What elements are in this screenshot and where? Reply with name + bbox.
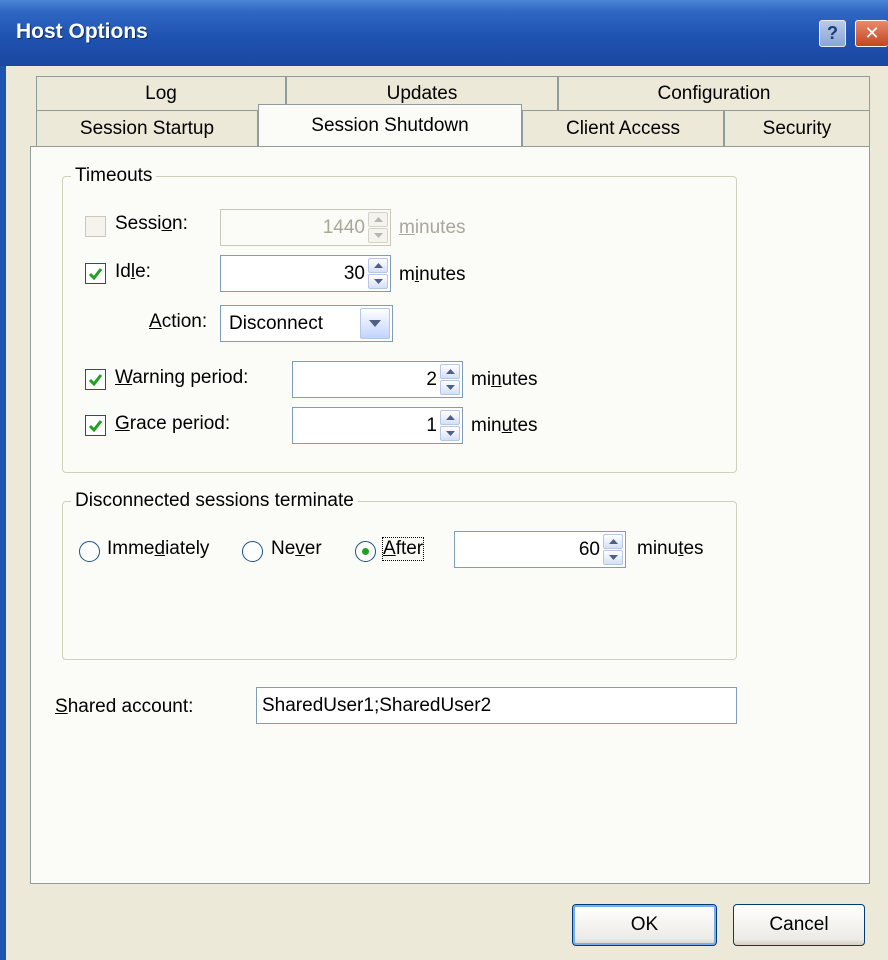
ok-button-label: OK (630, 914, 659, 935)
tab-session-startup[interactable]: Session Startup (36, 110, 258, 146)
tab-panel-session-shutdown: Timeouts Session: 1440 minutes Idle: 30 (30, 146, 870, 884)
arrow-down-icon (373, 233, 383, 238)
ok-button[interactable]: OK (572, 904, 717, 946)
title-bar[interactable]: Host Options ? ✕ (0, 0, 888, 66)
spin-up-button[interactable] (368, 258, 388, 273)
spin-up-button[interactable] (368, 212, 388, 227)
action-dropdown-value: Disconnect (229, 312, 323, 334)
shared-account-label: Shared account: (55, 696, 194, 717)
immediately-radio[interactable] (79, 541, 100, 562)
dialog-client-area: Log Updates Configuration Session Startu… (6, 66, 888, 960)
grace-period-label: Grace period: (115, 413, 231, 434)
idle-minutes-spinner[interactable]: 30 (220, 255, 391, 292)
close-button[interactable]: ✕ (855, 20, 888, 47)
help-button[interactable]: ? (819, 20, 846, 47)
radio-dot-icon (362, 548, 369, 555)
idle-label: Idle: (115, 261, 151, 282)
checkmark-icon (88, 419, 103, 432)
spin-down-button[interactable] (440, 426, 460, 441)
arrow-up-icon (373, 263, 383, 268)
idle-checkbox[interactable] (85, 263, 106, 284)
warning-period-checkbox[interactable] (85, 369, 106, 390)
tab-label: Session Shutdown (311, 114, 469, 136)
arrow-down-icon (608, 555, 618, 560)
session-minutes-spinner[interactable]: 1440 (220, 209, 391, 246)
after-minutes-value: 60 (578, 538, 600, 560)
cancel-button[interactable]: Cancel (733, 904, 865, 946)
disconnected-sessions-group (62, 501, 737, 660)
grace-period-value: 1 (426, 414, 437, 436)
arrow-down-icon (445, 385, 455, 390)
after-label: After (381, 537, 425, 561)
tab-label: Client Access (565, 117, 681, 139)
spin-up-button[interactable] (440, 410, 460, 425)
arrow-up-icon (373, 217, 383, 222)
timeouts-group-label: Timeouts (71, 165, 157, 187)
chevron-down-icon (369, 320, 381, 327)
warning-period-spinner[interactable]: 2 (292, 361, 463, 398)
spin-down-button[interactable] (440, 380, 460, 395)
action-dropdown[interactable]: Disconnect (220, 305, 393, 342)
arrow-up-icon (608, 539, 618, 544)
session-minutes-value: 1440 (322, 216, 365, 238)
host-options-dialog: Host Options ? ✕ Log Updates Configurati… (0, 0, 888, 960)
close-icon: ✕ (864, 23, 880, 43)
immediately-label: Immediately (107, 538, 210, 559)
after-radio[interactable] (355, 541, 376, 562)
spin-up-button[interactable] (603, 534, 623, 549)
session-minutes-unit: minutes (399, 217, 466, 238)
warning-period-label: Warning period: (115, 367, 249, 388)
grace-period-spinner[interactable]: 1 (292, 407, 463, 444)
spin-down-button[interactable] (368, 228, 388, 243)
tab-client-access[interactable]: Client Access (522, 110, 724, 146)
after-minutes-unit: minutes (637, 538, 704, 559)
arrow-up-icon (445, 415, 455, 420)
arrow-down-icon (445, 431, 455, 436)
cancel-button-label: Cancel (769, 914, 829, 935)
tab-security[interactable]: Security (724, 110, 870, 146)
shared-account-value: SharedUser1;SharedUser2 (262, 694, 492, 716)
spin-down-button[interactable] (603, 550, 623, 565)
grace-period-checkbox[interactable] (85, 415, 106, 436)
checkmark-icon (88, 267, 103, 280)
tab-label: Security (762, 117, 832, 139)
tab-label: Updates (386, 82, 458, 104)
spin-down-button[interactable] (368, 274, 388, 289)
disconnected-sessions-group-label: Disconnected sessions terminate (71, 490, 358, 512)
tab-label: Log (145, 82, 177, 104)
idle-minutes-unit: minutes (399, 264, 466, 285)
session-checkbox[interactable] (85, 216, 106, 237)
never-label: Never (271, 538, 322, 559)
tab-log[interactable]: Log (36, 76, 286, 110)
arrow-down-icon (373, 279, 383, 284)
idle-minutes-value: 30 (343, 262, 365, 284)
help-icon: ? (827, 23, 838, 43)
never-radio[interactable] (242, 541, 263, 562)
tab-session-shutdown[interactable]: Session Shutdown (258, 104, 522, 146)
action-label: Action: (149, 311, 208, 332)
tab-configuration[interactable]: Configuration (558, 76, 870, 110)
warning-period-unit: minutes (471, 369, 538, 390)
window-title: Host Options (16, 20, 148, 43)
shared-account-input[interactable]: SharedUser1;SharedUser2 (256, 687, 737, 724)
tab-label: Configuration (657, 82, 771, 104)
dropdown-arrow-button[interactable] (360, 308, 390, 339)
checkmark-icon (88, 373, 103, 386)
grace-period-unit: minutes (471, 415, 538, 436)
session-label: Session: (115, 213, 188, 234)
arrow-up-icon (445, 369, 455, 374)
tab-label: Session Startup (79, 117, 215, 139)
spin-up-button[interactable] (440, 364, 460, 379)
warning-period-value: 2 (426, 368, 437, 390)
after-minutes-spinner[interactable]: 60 (454, 531, 626, 568)
